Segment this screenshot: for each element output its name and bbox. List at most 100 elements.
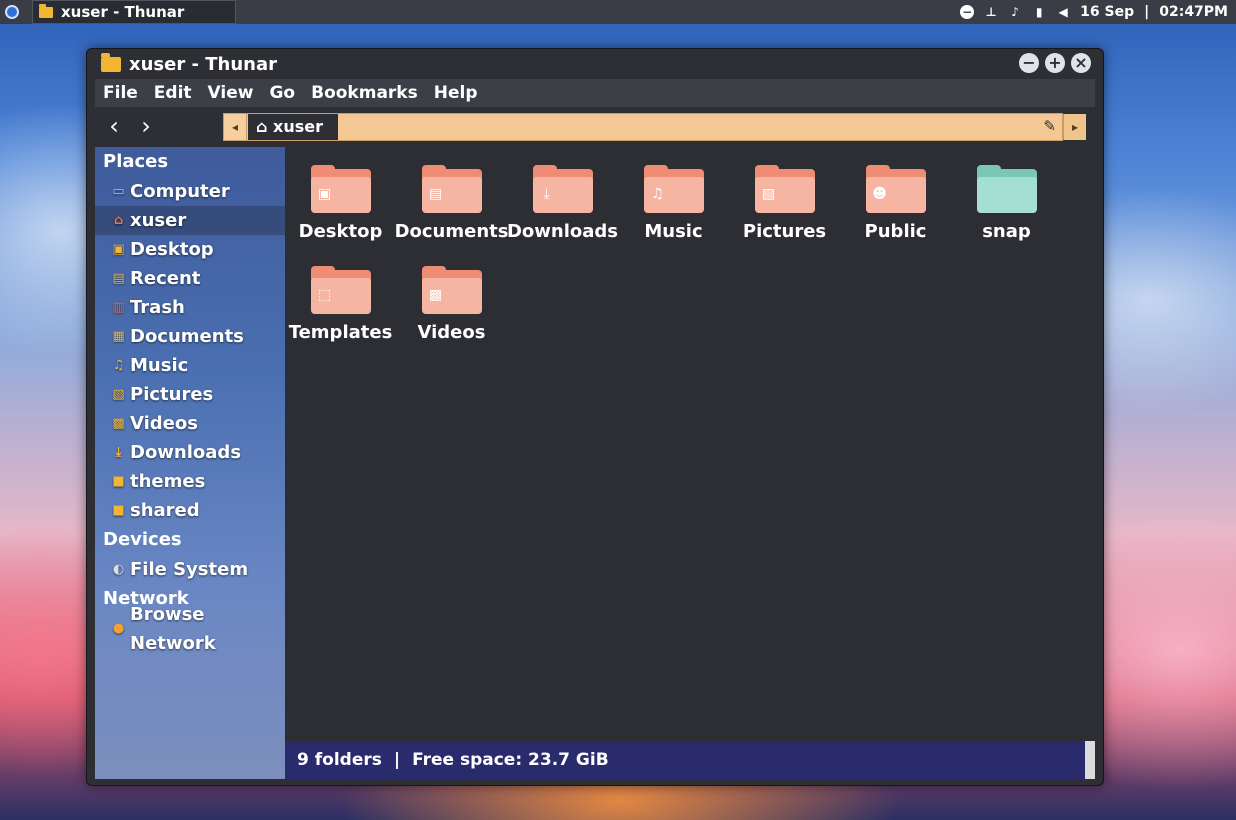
- sidebar-item-themes[interactable]: ■ themes: [95, 467, 285, 496]
- folder-item-pictures[interactable]: ▧ Pictures: [729, 157, 840, 258]
- downloads-icon: ⤓: [115, 445, 122, 460]
- panel-separator: |: [1144, 4, 1150, 20]
- folder-icon: [101, 52, 121, 72]
- taskbar-window-title: xuser - Thunar: [61, 3, 185, 21]
- folder-item-snap[interactable]: snap: [951, 157, 1062, 258]
- network-status-icon[interactable]: ⊥: [984, 5, 998, 19]
- drive-icon: ◐: [112, 562, 125, 577]
- sidebar-item-label: Recent: [130, 268, 201, 289]
- file-icon-view[interactable]: ▣ Desktop ▤ Documents ⤓ Downloads ♫ Musi…: [285, 147, 1095, 741]
- path-crumb-home[interactable]: ⌂ xuser: [248, 114, 338, 140]
- menu-edit[interactable]: Edit: [154, 83, 192, 103]
- sidebar-item-file-system[interactable]: ◐ File System: [95, 555, 285, 584]
- sidebar-item-videos[interactable]: ▩ Videos: [95, 409, 285, 438]
- sidebar-item-recent[interactable]: ▤ Recent: [95, 264, 285, 293]
- system-tray: − ⊥ ♪ ▮ ◀ 16 Sep | 02:47PM: [960, 0, 1228, 24]
- top-panel: xuser - Thunar − ⊥ ♪ ▮ ◀ 16 Sep | 02:47P…: [0, 0, 1236, 24]
- taskbar-window-button[interactable]: xuser - Thunar: [32, 0, 236, 24]
- folder-item-videos[interactable]: ▩ Videos: [396, 258, 507, 359]
- sidebar-item-desktop[interactable]: ▣ Desktop: [95, 235, 285, 264]
- music-folder-icon: ♫: [643, 165, 704, 213]
- minimize-button[interactable]: −: [1019, 53, 1039, 73]
- sidebar-item-label: Trash: [130, 297, 185, 318]
- sidebar-item-label: Documents: [130, 326, 244, 347]
- close-button[interactable]: ×: [1071, 53, 1091, 73]
- folder-item-public[interactable]: ☻ Public: [840, 157, 951, 258]
- recent-icon: ▤: [112, 271, 125, 286]
- sidebar-item-browse-network[interactable]: ● Browse Network: [95, 604, 285, 654]
- sidebar-item-xuser[interactable]: ⌂ xuser: [95, 206, 285, 235]
- minus-circle-icon[interactable]: −: [960, 5, 975, 19]
- folder-item-music[interactable]: ♫ Music: [618, 157, 729, 258]
- trash-icon: ▥: [112, 300, 125, 315]
- snap-folder-icon: [976, 165, 1037, 213]
- menu-go[interactable]: Go: [269, 83, 295, 103]
- applications-menu-button[interactable]: [0, 0, 24, 24]
- sidebar-header-devices: Devices: [103, 529, 182, 550]
- free-space: Free space: 23.7 GiB: [412, 750, 609, 770]
- folder-label: Public: [864, 221, 927, 242]
- sidebar-item-shared[interactable]: ■ shared: [95, 496, 285, 525]
- forward-button[interactable]: ›: [133, 113, 159, 139]
- back-button[interactable]: ‹: [101, 113, 127, 139]
- menu-file[interactable]: File: [103, 83, 138, 103]
- sidebar-item-computer[interactable]: ▭ Computer: [95, 177, 285, 206]
- folder-label: Downloads: [506, 221, 619, 242]
- statusbar: 9 folders | Free space: 23.7 GiB: [285, 741, 1095, 779]
- maximize-button[interactable]: +: [1045, 53, 1065, 73]
- sidebar-item-music[interactable]: ♫ Music: [95, 351, 285, 380]
- sidebar-item-label: shared: [130, 500, 200, 521]
- sidebar-item-label: File System: [130, 559, 249, 580]
- sidebar-item-documents[interactable]: ▦ Documents: [95, 322, 285, 351]
- pictures-folder-icon: ▧: [754, 165, 815, 213]
- folder-item-desktop[interactable]: ▣ Desktop: [285, 157, 396, 258]
- folder-count: 9 folders: [297, 750, 382, 770]
- folder-item-downloads[interactable]: ⤓ Downloads: [507, 157, 618, 258]
- folder-label: Desktop: [298, 221, 383, 242]
- videos-folder-icon: ▩: [421, 266, 482, 314]
- sidebar-item-label: Computer: [130, 181, 230, 202]
- folder-item-documents[interactable]: ▤ Documents: [394, 157, 509, 258]
- folder-label: Templates: [288, 322, 393, 343]
- pictures-icon: ▧: [112, 387, 125, 402]
- folder-label: snap: [982, 221, 1031, 242]
- folder-label: Videos: [417, 322, 486, 343]
- volume-icon[interactable]: ◀: [1056, 5, 1070, 19]
- sidebar-item-trash[interactable]: ▥ Trash: [95, 293, 285, 322]
- menu-view[interactable]: View: [208, 83, 254, 103]
- sidebar-item-pictures[interactable]: ▧ Pictures: [95, 380, 285, 409]
- location-bar[interactable]: ◂ ⌂ xuser ✎ ▸: [223, 113, 1086, 141]
- desktop-folder-icon: ▣: [310, 165, 371, 213]
- templates-folder-icon: ⬚: [310, 266, 371, 314]
- path-crumb-label: xuser: [273, 117, 324, 136]
- sidebar-item-label: Downloads: [130, 442, 242, 463]
- edit-location-icon[interactable]: ✎: [1043, 117, 1056, 135]
- documents-folder-icon: ▤: [421, 165, 482, 213]
- menu-help[interactable]: Help: [434, 83, 478, 103]
- status-separator: |: [393, 750, 401, 770]
- toolbar: ‹ › ◂ ⌂ xuser ✎ ▸: [95, 107, 1095, 147]
- notification-bell-icon[interactable]: ♪: [1008, 5, 1022, 19]
- videos-icon: ▩: [112, 416, 125, 431]
- computer-icon: ▭: [112, 184, 125, 199]
- folder-label: Pictures: [742, 221, 827, 242]
- path-scroll-left-button[interactable]: ◂: [224, 114, 247, 140]
- music-icon: ♫: [112, 358, 125, 373]
- battery-icon[interactable]: ▮: [1032, 5, 1046, 19]
- sidebar-item-label: xuser: [130, 210, 187, 231]
- folder-label: Documents: [394, 221, 509, 242]
- panel-clock[interactable]: 02:47PM: [1159, 4, 1228, 20]
- sidebar-item-label: Music: [130, 355, 189, 376]
- home-icon: ⌂: [256, 117, 274, 136]
- menu-bookmarks[interactable]: Bookmarks: [311, 83, 418, 103]
- path-scroll-right-button[interactable]: ▸: [1063, 114, 1086, 140]
- downloads-folder-icon: ⤓: [532, 165, 593, 213]
- thunar-window: xuser - Thunar − + × File Edit View Go B…: [86, 48, 1104, 786]
- window-titlebar[interactable]: xuser - Thunar − + ×: [87, 49, 1103, 79]
- status-resize-grip[interactable]: [1085, 741, 1095, 779]
- documents-icon: ▦: [112, 329, 125, 344]
- folder-item-templates[interactable]: ⬚ Templates: [285, 258, 396, 359]
- folder-icon: [39, 3, 53, 18]
- sidebar-item-label: Pictures: [130, 384, 214, 405]
- sidebar-item-downloads[interactable]: ⤓ Downloads: [95, 438, 285, 467]
